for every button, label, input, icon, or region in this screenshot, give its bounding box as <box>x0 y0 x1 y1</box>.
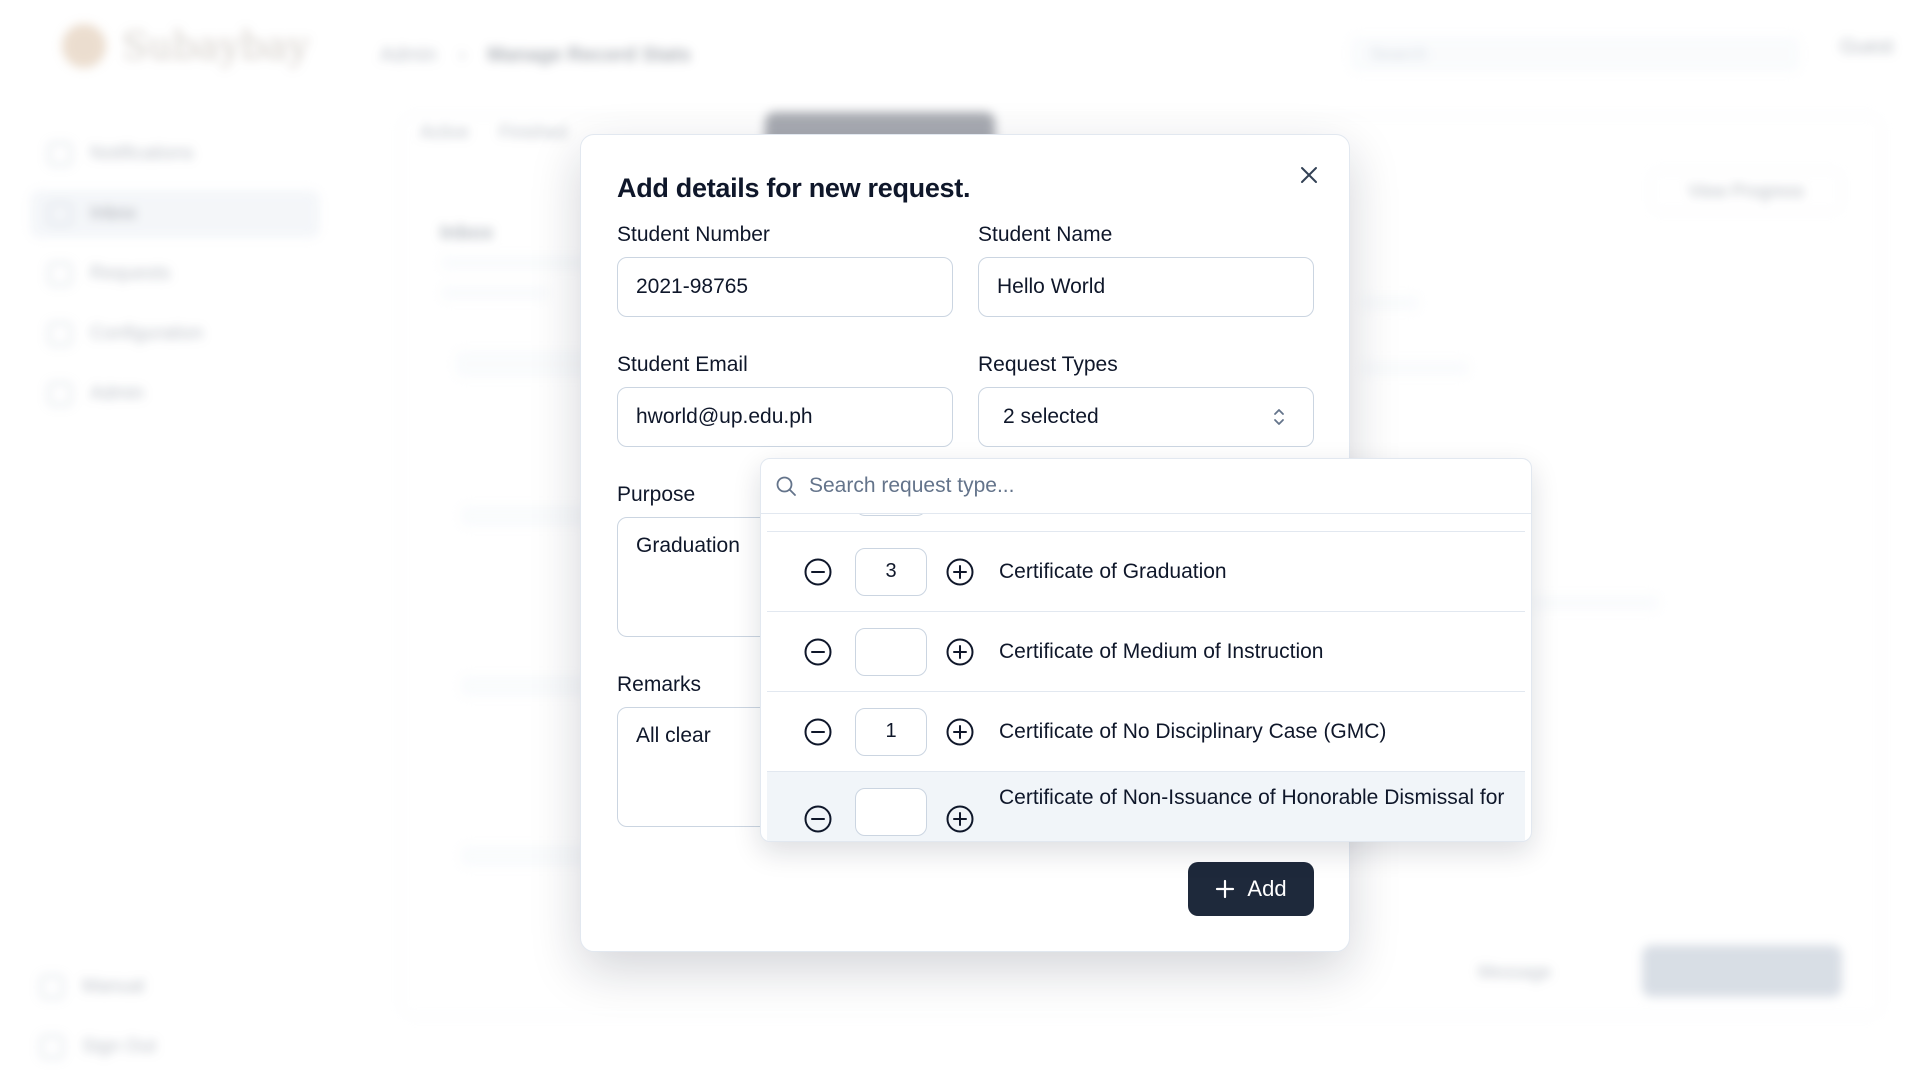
increment-button[interactable] <box>945 717 975 747</box>
student-number-label: Student Number <box>617 223 770 246</box>
plus-circle-icon <box>946 718 974 745</box>
list-item[interactable]: 3 Certificate of Graduation <box>767 532 1525 612</box>
remarks-label: Remarks <box>617 673 702 696</box>
request-types-label: Request Types <box>978 353 1118 376</box>
student-email-label: Student Email <box>617 353 748 376</box>
request-types-value: 2 selected <box>1003 405 1099 428</box>
close-button[interactable] <box>1291 157 1327 193</box>
add-button-label: Add <box>1247 876 1287 901</box>
request-type-label: Certificate of Non-Issuance of Honorable… <box>999 786 1505 809</box>
dialog-title: Add details for new request. <box>617 173 971 203</box>
decrement-button[interactable] <box>803 717 833 747</box>
request-type-label: Certificate of No Disciplinary Case (GMC… <box>999 719 1387 743</box>
search-icon <box>776 476 796 496</box>
request-type-label: Certificate of Medium of Instruction <box>999 639 1324 663</box>
quantity-input[interactable]: 3 <box>855 547 927 596</box>
plus-circle-icon <box>946 558 974 585</box>
minus-circle-icon <box>804 558 832 585</box>
plus-icon <box>1216 879 1235 899</box>
request-type-search-input[interactable]: Search request type... <box>809 474 1014 498</box>
decrement-button[interactable] <box>803 557 833 587</box>
list-item[interactable] <box>767 514 1525 532</box>
list-item[interactable]: Certificate of Non-Issuance of Honorable… <box>767 772 1525 841</box>
student-number-input[interactable]: 2021-98765 <box>617 257 953 317</box>
increment-button[interactable] <box>945 557 975 587</box>
quantity-input[interactable]: 1 <box>855 707 927 756</box>
quantity-input[interactable] <box>855 627 927 676</box>
quantity-input[interactable] <box>855 514 927 516</box>
quantity-input[interactable] <box>855 788 927 836</box>
plus-circle-icon <box>946 805 974 833</box>
student-name-label: Student Name <box>978 223 1113 246</box>
request-type-list: 3 Certificate of Graduation Certificate … <box>767 514 1525 841</box>
minus-circle-icon <box>804 718 832 745</box>
list-item[interactable]: Certificate of Medium of Instruction <box>767 612 1525 692</box>
decrement-button[interactable] <box>803 637 833 667</box>
request-type-label: Certificate of Graduation <box>999 559 1227 583</box>
minus-circle-icon <box>804 638 832 665</box>
student-name-input[interactable]: Hello World <box>978 257 1314 317</box>
request-types-select[interactable]: 2 selected <box>978 387 1314 447</box>
plus-circle-icon <box>946 638 974 665</box>
request-type-combobox: Search request type... 3 Certificate of … <box>760 458 1532 842</box>
decrement-button[interactable] <box>803 804 833 834</box>
chevron-up-down-icon <box>1274 409 1284 425</box>
student-email-input[interactable]: hworld@up.edu.ph <box>617 387 953 447</box>
purpose-label: Purpose <box>617 483 696 506</box>
minus-circle-icon <box>804 805 832 833</box>
list-item[interactable]: 1 Certificate of No Disciplinary Case (G… <box>767 692 1525 772</box>
close-icon <box>1301 167 1317 183</box>
add-button[interactable]: Add <box>1188 862 1314 916</box>
increment-button[interactable] <box>945 804 975 834</box>
increment-button[interactable] <box>945 637 975 667</box>
request-type-search[interactable]: Search request type... <box>761 459 1531 514</box>
